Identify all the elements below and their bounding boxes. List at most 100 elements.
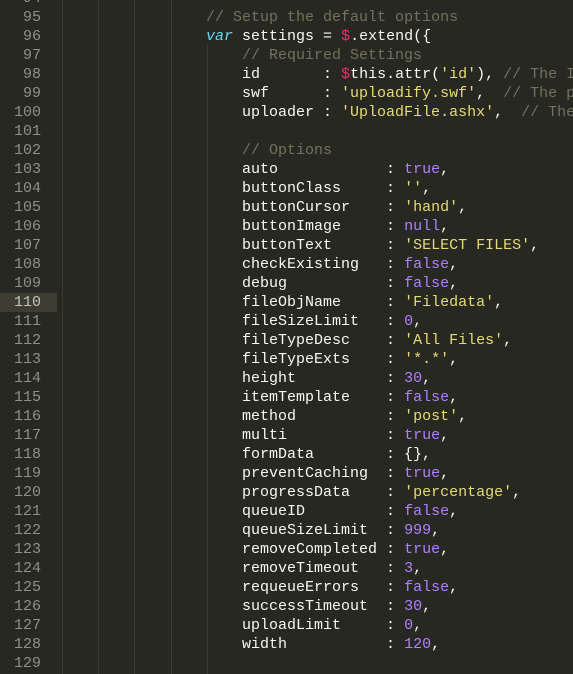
token-plain: , <box>503 331 513 349</box>
token-comment: // Options <box>242 141 333 159</box>
code-text: queueID : false, <box>62 502 458 521</box>
code-text: checkExisting : false, <box>62 255 458 274</box>
line-number: 117 <box>13 426 41 444</box>
line-number: 96 <box>22 27 41 45</box>
code-line[interactable]: 108 checkExisting : false, <box>0 255 573 274</box>
token-plain: formData : {}, <box>62 445 432 463</box>
line-number: 104 <box>13 179 41 197</box>
line-number: 119 <box>13 464 41 482</box>
line-number: 110 <box>13 293 41 311</box>
code-line[interactable]: 128 width : 120, <box>0 635 573 654</box>
code-line[interactable]: 119 preventCaching : true, <box>0 464 573 483</box>
code-text: buttonImage : null, <box>62 217 449 236</box>
token-string: 'All Files' <box>404 331 504 349</box>
code-line[interactable]: 122 queueSizeLimit : 999, <box>0 521 573 540</box>
code-line[interactable]: 121 queueID : false, <box>0 502 573 521</box>
code-text: // Required Settings <box>62 46 422 65</box>
code-line[interactable]: 109 debug : false, <box>0 274 573 293</box>
code-line[interactable]: 117 multi : true, <box>0 426 573 445</box>
line-number: 107 <box>13 236 41 254</box>
line-number: 109 <box>13 274 41 292</box>
code-line[interactable]: 113 fileTypeExts : '*.*', <box>0 350 573 369</box>
code-line[interactable]: 114 height : 30, <box>0 369 573 388</box>
code-line[interactable]: 97 // Required Settings <box>0 46 573 65</box>
line-number: 127 <box>13 616 41 634</box>
code-line[interactable]: 105 buttonCursor : 'hand', <box>0 198 573 217</box>
code-line[interactable]: 123 removeCompleted : true, <box>0 540 573 559</box>
token-plain: settings = <box>233 27 342 45</box>
code-text: uploadLimit : 0, <box>62 616 422 635</box>
code-text: swf : 'uploadify.swf', // The p <box>62 84 573 103</box>
token-plain: , <box>494 293 504 311</box>
token-plain: width : <box>62 635 405 653</box>
code-line[interactable]: 111 fileSizeLimit : 0, <box>0 312 573 331</box>
code-line[interactable]: 102 // Options <box>0 141 573 160</box>
code-line[interactable]: 98 id : $this.attr('id'), // The I <box>0 65 573 84</box>
line-number: 113 <box>13 350 41 368</box>
line-number: 128 <box>13 635 41 653</box>
token-const: false <box>404 255 450 273</box>
line-number: 100 <box>13 103 41 121</box>
code-line[interactable]: 129 <box>0 654 573 673</box>
token-plain: auto : <box>62 160 405 178</box>
token-var: $ <box>341 27 351 45</box>
token-string: '*.*' <box>404 350 450 368</box>
code-text: requeueErrors : false, <box>62 578 458 597</box>
code-line[interactable]: 106 buttonImage : null, <box>0 217 573 236</box>
code-line[interactable]: 115 itemTemplate : false, <box>0 388 573 407</box>
code-text: successTimeout : 30, <box>62 597 431 616</box>
token-plain: preventCaching : <box>62 464 405 482</box>
code-line[interactable]: 95 // Setup the default options <box>0 8 573 27</box>
code-text: fileTypeExts : '*.*', <box>62 350 458 369</box>
token-plain: method : <box>62 407 405 425</box>
token-plain: , <box>458 407 468 425</box>
token-plain: checkExisting : <box>62 255 405 273</box>
code-line[interactable]: 99 swf : 'uploadify.swf', // The p <box>0 84 573 103</box>
code-line[interactable]: 96 var settings = $.extend({ <box>0 27 573 46</box>
code-line[interactable]: 101 <box>0 122 573 141</box>
code-line[interactable]: 110 fileObjName : 'Filedata', <box>0 292 573 312</box>
token-plain: buttonText : <box>62 236 405 254</box>
code-line[interactable]: 104 buttonClass : '', <box>0 179 573 198</box>
code-line[interactable]: 116 method : 'post', <box>0 407 573 426</box>
code-text: auto : true, <box>62 160 449 179</box>
code-text: width : 120, <box>62 635 440 654</box>
token-plain: successTimeout : <box>62 597 405 615</box>
code-line[interactable]: 112 fileTypeDesc : 'All Files', <box>0 331 573 350</box>
line-number: 105 <box>13 198 41 216</box>
line-number: 112 <box>13 331 41 349</box>
token-plain: fileSizeLimit : <box>62 312 405 330</box>
code-editor[interactable]: 9495 // Setup the default options96 var … <box>0 0 573 674</box>
token-const: true <box>404 160 441 178</box>
code-text: uploader : 'UploadFile.ashx', // The <box>62 103 573 122</box>
code-line[interactable]: 100 uploader : 'UploadFile.ashx', // The <box>0 103 573 122</box>
token-plain: id : <box>62 65 342 83</box>
token-string: 'uploadify.swf' <box>341 84 477 102</box>
code-line[interactable]: 107 buttonText : 'SELECT FILES', <box>0 236 573 255</box>
code-line[interactable]: 125 requeueErrors : false, <box>0 578 573 597</box>
code-line[interactable]: 124 removeTimeout : 3, <box>0 559 573 578</box>
line-number: 125 <box>13 578 41 596</box>
code-text: itemTemplate : false, <box>62 388 458 407</box>
line-number: 99 <box>22 84 41 102</box>
token-plain: , <box>449 255 459 273</box>
token-const: 999 <box>404 521 432 539</box>
token-plain: , <box>494 103 522 121</box>
line-number: 120 <box>13 483 41 501</box>
token-plain: height : <box>62 369 405 387</box>
token-plain: removeCompleted : <box>62 540 405 558</box>
token-plain: buttonImage : <box>62 217 405 235</box>
token-plain: .extend({ <box>350 27 432 45</box>
token-const: 0 <box>404 312 414 330</box>
code-line[interactable]: 118 formData : {}, <box>0 445 573 464</box>
code-line[interactable]: 126 successTimeout : 30, <box>0 597 573 616</box>
code-line[interactable]: 103 auto : true, <box>0 160 573 179</box>
token-plain: , <box>413 616 423 634</box>
code-line[interactable]: 94 <box>0 0 573 8</box>
code-line[interactable]: 120 progressData : 'percentage', <box>0 483 573 502</box>
code-line[interactable]: 127 uploadLimit : 0, <box>0 616 573 635</box>
token-plain: , <box>530 236 540 254</box>
